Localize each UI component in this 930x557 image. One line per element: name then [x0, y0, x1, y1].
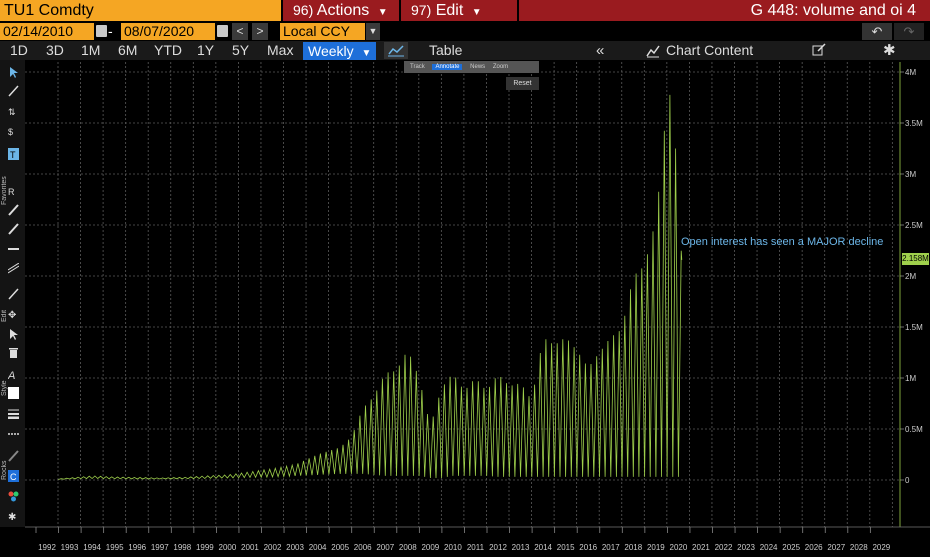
x-tick-label: 2008 [399, 543, 417, 552]
x-tick-label: 2002 [264, 543, 282, 552]
grid [25, 62, 900, 527]
x-tick-label: 2023 [737, 543, 755, 552]
news-tool[interactable]: News [470, 64, 485, 70]
x-tick-label: 2012 [489, 543, 507, 552]
y-tick-label: 4M [905, 68, 916, 77]
x-tick-label: 2019 [647, 543, 665, 552]
volume-oi-series [58, 94, 683, 480]
x-tick-label: 2000 [219, 543, 237, 552]
x-axis: 1992 1993 1994 1995 1996 1997 1998 1999 2000 2001… [25, 526, 930, 552]
x-tick-label: 2011 [467, 543, 485, 552]
x-tick-label: 2029 [872, 543, 890, 552]
x-tick-label: 2006 [354, 543, 372, 552]
x-tick-label: 1999 [196, 543, 214, 552]
y-tick-label: 0.5M [905, 425, 923, 434]
x-tick-label: 1996 [128, 543, 146, 552]
y-axis: 0 0.5M 1M 1.5M 2M 2.5M 3M 3.5M 4M [899, 62, 923, 527]
x-tick-label: 1995 [106, 543, 124, 552]
x-tick-label: 2014 [534, 543, 552, 552]
x-tick-label: 1992 [38, 543, 56, 552]
y-tick-label: 1M [905, 374, 916, 383]
y-tick-label: 0 [905, 476, 910, 485]
x-tick-label: 2005 [331, 543, 349, 552]
x-tick-label: 2020 [670, 543, 688, 552]
x-tick-label: 2010 [444, 543, 462, 552]
zoom-tool[interactable]: Zoom [493, 64, 508, 70]
y-tick-label: 3.5M [905, 119, 923, 128]
x-tick-label: 1993 [61, 543, 79, 552]
x-tick-label: 2009 [421, 543, 439, 552]
x-tick-label: 2003 [286, 543, 304, 552]
x-tick-label: 2016 [579, 543, 597, 552]
x-tick-label: 2025 [782, 543, 800, 552]
y-tick-label: 2.5M [905, 221, 923, 230]
annotate-tool[interactable]: Annotate [432, 64, 463, 70]
x-tick-label: 1994 [83, 543, 101, 552]
y-tick-label: 2M [905, 272, 916, 281]
x-tick-label: 2007 [376, 543, 394, 552]
chart[interactable]: 00.5M1M1.5M2M2.5M3M3.5M4M 1992 1993 1994 19… [0, 0, 930, 557]
x-tick-label: 2026 [805, 543, 823, 552]
reset-button[interactable]: Reset [506, 77, 539, 90]
x-tick-label: 1998 [173, 543, 191, 552]
x-tick-label: 1997 [151, 543, 169, 552]
y-tick-label: 1.5M [905, 323, 923, 332]
last-value-badge: 2.158M [902, 253, 929, 265]
x-tick-label: 2021 [692, 543, 710, 552]
y-tick-label: 3M [905, 170, 916, 179]
x-tick-label: 2001 [241, 543, 259, 552]
x-tick-label: 2027 [827, 543, 845, 552]
x-tick-label: 2004 [309, 543, 327, 552]
x-tick-label: 2017 [602, 543, 620, 552]
x-tick-label: 2015 [557, 543, 575, 552]
x-tick-label: 2018 [624, 543, 642, 552]
x-tick-label: 2022 [715, 543, 733, 552]
chart-annotation: Open interest has seen a MAJOR decline [681, 236, 884, 248]
series-line [58, 94, 683, 480]
track-tool[interactable]: Track [410, 64, 425, 70]
x-tick-label: 2028 [850, 543, 868, 552]
chart-tool-bar: Track Annotate News Zoom [404, 61, 539, 73]
x-tick-label: 2024 [760, 543, 778, 552]
x-tick-label: 2013 [512, 543, 530, 552]
